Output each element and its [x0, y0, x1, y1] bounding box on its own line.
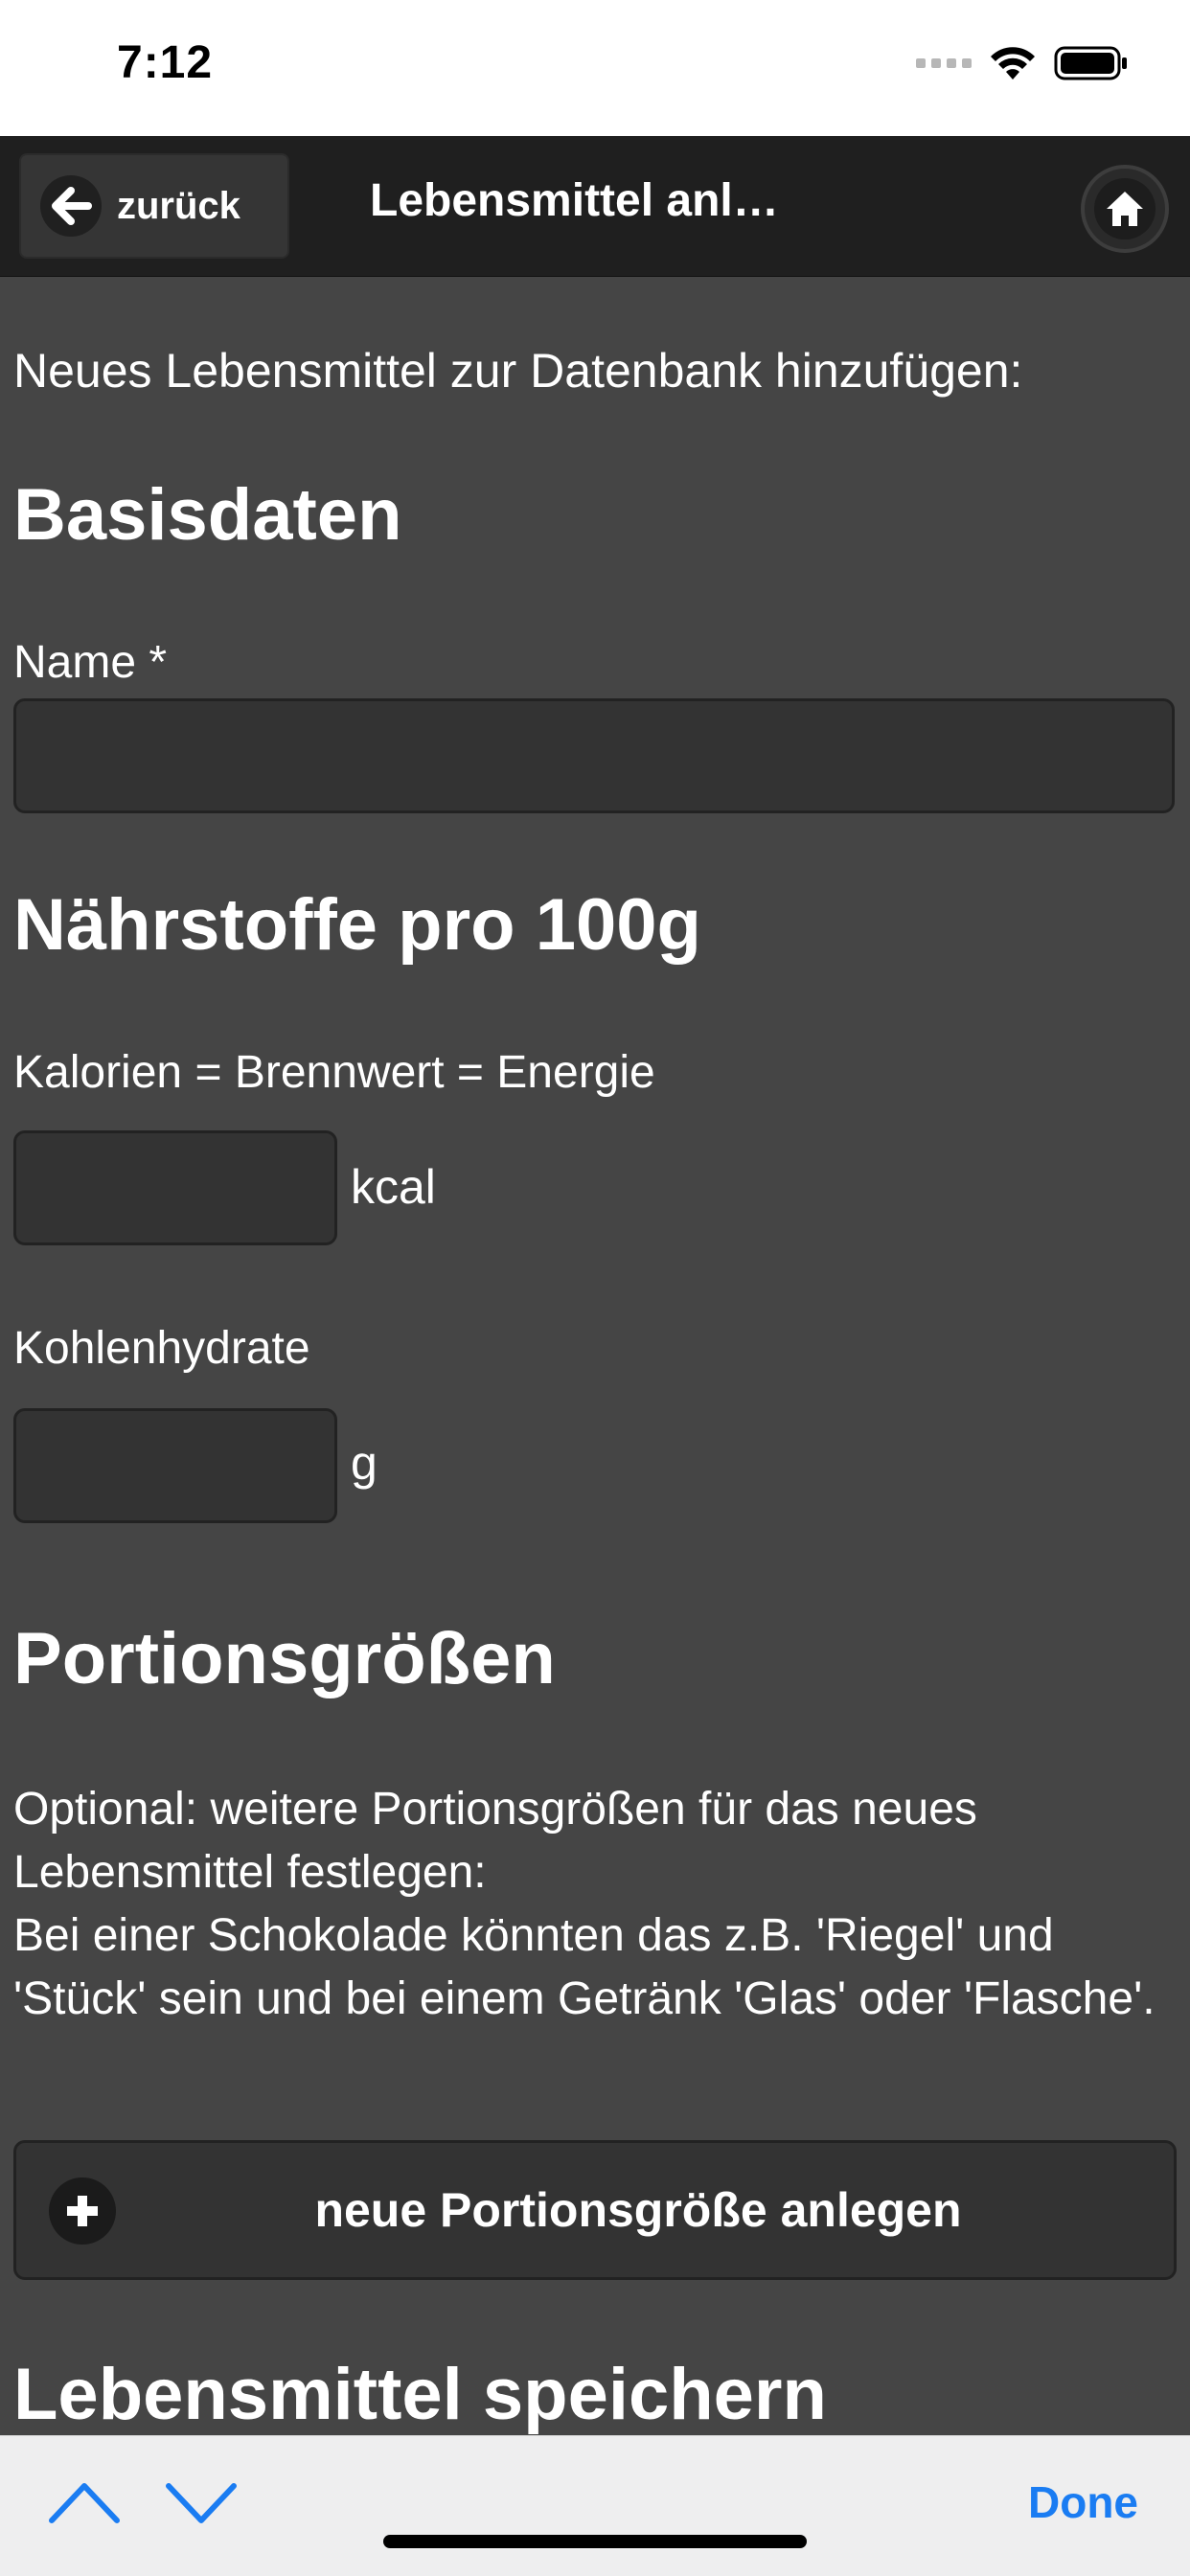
cellular-signal-icon — [916, 58, 972, 68]
chevron-down-icon[interactable] — [165, 2478, 238, 2526]
section-heading-basisdaten: Basisdaten — [13, 474, 402, 556]
done-button[interactable]: Done — [1028, 2476, 1138, 2528]
section-heading-portionsgroessen: Portionsgrößen — [13, 1618, 556, 1699]
status-icons — [916, 40, 1129, 86]
home-indicator — [383, 2535, 807, 2548]
kalorien-label: Kalorien = Brennwert = Energie — [13, 1047, 655, 1098]
portionsgroessen-text-line-1: Optional: weitere Portionsgrößen für das… — [13, 1784, 977, 1898]
chevron-up-icon[interactable] — [48, 2478, 121, 2526]
home-button[interactable] — [1081, 165, 1169, 253]
section-heading-speichern: Lebensmittel speichern — [13, 2354, 827, 2435]
kohlenhydrate-unit: g — [351, 1436, 378, 1490]
kalorien-unit: kcal — [351, 1160, 436, 1214]
header-bar: zurück Lebensmittel anl… — [0, 136, 1190, 277]
kohlenhydrate-input[interactable] — [13, 1408, 337, 1523]
name-input[interactable] — [13, 698, 1175, 813]
kalorien-input[interactable] — [13, 1130, 337, 1245]
portionsgroessen-description: Optional: weitere Portionsgrößen für das… — [13, 1778, 1182, 2031]
intro-text: Neues Lebensmittel zur Datenbank hinzufü… — [13, 344, 1023, 398]
home-icon — [1094, 178, 1156, 239]
name-label: Name * — [13, 637, 168, 688]
add-portion-label: neue Portionsgröße anlegen — [314, 2183, 962, 2237]
back-label: zurück — [117, 184, 240, 227]
arrow-left-icon — [40, 175, 102, 237]
keyboard-accessory-bar: Done — [0, 2435, 1190, 2576]
back-button[interactable]: zurück — [19, 153, 289, 259]
status-bar: 7:12 — [0, 0, 1190, 136]
status-time: 7:12 — [117, 37, 214, 88]
section-heading-naehrstoffe: Nährstoffe pro 100g — [13, 884, 701, 966]
battery-icon — [1054, 46, 1127, 80]
kohlenhydrate-label: Kohlenhydrate — [13, 1323, 310, 1374]
portionsgroessen-text-line-2: Bei einer Schokolade könnten das z.B. 'R… — [13, 1910, 1156, 2024]
wifi-icon — [991, 47, 1035, 80]
add-portion-button[interactable]: neue Portionsgröße anlegen — [13, 2140, 1177, 2280]
page-title: Lebensmittel anl… — [370, 175, 779, 226]
